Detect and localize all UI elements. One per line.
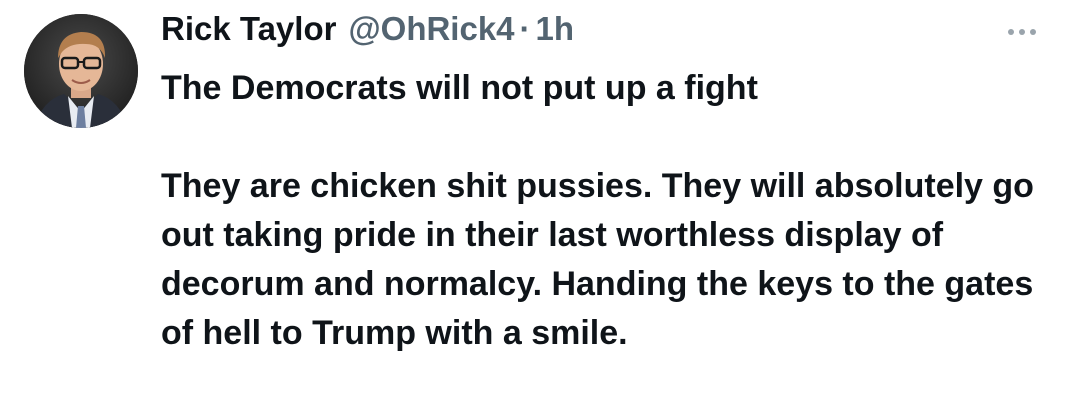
tweet-header: Rick Taylor @OhRick4 · 1h bbox=[161, 10, 574, 54]
more-options-button[interactable] bbox=[1000, 18, 1044, 46]
tweet-card[interactable]: Rick Taylor @OhRick4 · 1h The Democrats … bbox=[0, 0, 1067, 415]
author-name[interactable]: Rick Taylor bbox=[161, 10, 336, 48]
more-horizontal-icon bbox=[1030, 29, 1036, 35]
author-handle[interactable]: @OhRick4 bbox=[348, 10, 514, 48]
more-horizontal-icon bbox=[1008, 29, 1014, 35]
tweet-paragraph: They are chicken shit pussies. They will… bbox=[161, 167, 1034, 352]
tweet-paragraph: The Democrats will not put up a fight bbox=[161, 69, 758, 107]
tweet-text: The Democrats will not put up a fight Th… bbox=[161, 64, 1051, 358]
paragraph-break bbox=[161, 113, 1051, 162]
more-horizontal-icon bbox=[1019, 29, 1025, 35]
timestamp[interactable]: 1h bbox=[536, 10, 575, 48]
avatar-image bbox=[24, 14, 138, 128]
separator-dot: · bbox=[519, 10, 531, 47]
avatar[interactable] bbox=[24, 14, 138, 128]
